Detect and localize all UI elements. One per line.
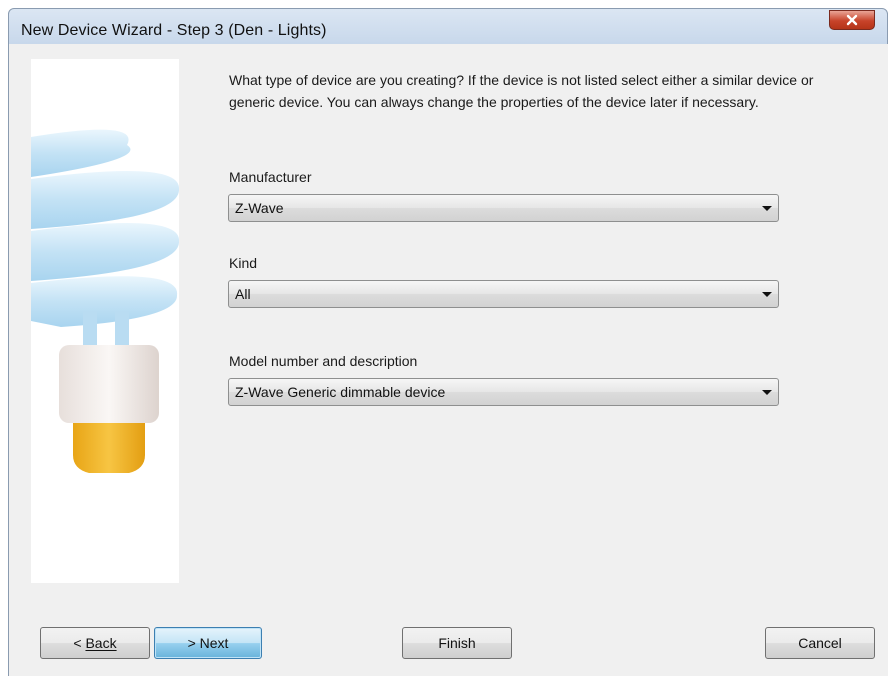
next-button[interactable]: > Next <box>154 627 262 659</box>
illustration-panel <box>31 59 180 583</box>
manufacturer-value: Z-Wave <box>235 200 284 216</box>
chevron-down-icon <box>762 206 772 211</box>
kind-value: All <box>235 286 251 302</box>
model-value: Z-Wave Generic dimmable device <box>235 384 446 400</box>
chevron-down-icon <box>762 292 772 297</box>
cancel-button[interactable]: Cancel <box>765 627 875 659</box>
manufacturer-label: Manufacturer <box>229 169 312 185</box>
finish-button[interactable]: Finish <box>402 627 512 659</box>
model-dropdown[interactable]: Z-Wave Generic dimmable device <box>228 378 779 406</box>
close-icon <box>846 14 858 26</box>
chevron-down-icon <box>762 390 772 395</box>
light-bulb-icon <box>31 129 180 473</box>
instructions-text: What type of device are you creating? If… <box>229 72 814 110</box>
model-label: Model number and description <box>229 353 418 369</box>
manufacturer-dropdown[interactable]: Z-Wave <box>228 194 779 222</box>
back-button-label: Back <box>85 635 117 651</box>
wizard-window: New Device Wizard - Step 3 (Den - Lights… <box>8 8 888 676</box>
wizard-body: What type of device are you creating? If… <box>9 44 888 676</box>
back-button-prefix: < <box>73 635 86 651</box>
kind-dropdown[interactable]: All <box>228 280 779 308</box>
kind-label: Kind <box>229 255 258 271</box>
close-button[interactable] <box>829 10 875 30</box>
window-title: New Device Wizard - Step 3 (Den - Lights… <box>21 22 327 39</box>
back-button[interactable]: < Back <box>40 627 150 659</box>
